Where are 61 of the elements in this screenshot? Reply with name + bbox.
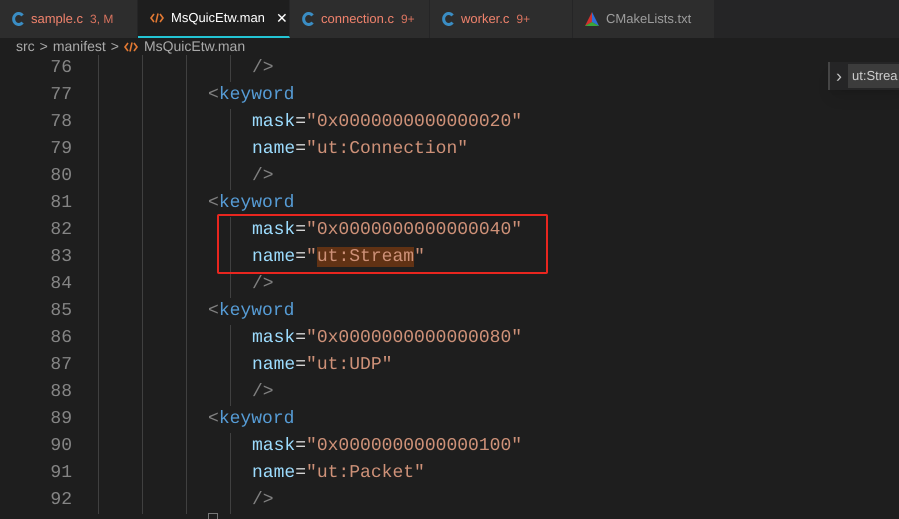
line-number: 92 [49, 489, 72, 512]
close-icon[interactable]: ✕ [276, 8, 288, 28]
line-number: 76 [49, 57, 72, 80]
c-letter-icon [12, 12, 24, 26]
triangle-icon [585, 12, 599, 26]
tab-label: sample.c [31, 10, 84, 28]
line-number: 79 [49, 138, 72, 161]
code-brackets-icon [124, 42, 138, 52]
breadcrumb-item[interactable]: src [16, 36, 35, 57]
line-number: 83 [49, 246, 72, 269]
tab-label: MsQuicEtw.man [171, 9, 265, 28]
code-line: /> [252, 273, 274, 296]
code-line: /> [252, 489, 274, 512]
breadcrumb-item[interactable]: manifest [52, 36, 106, 57]
line-number: 87 [49, 354, 72, 377]
breadcrumb-item[interactable]: MsQuicEtw.man [124, 36, 246, 57]
line-number: 81 [49, 192, 72, 215]
line-number: 91 [49, 462, 72, 485]
code-line: /> [252, 57, 274, 80]
line-number: 82 [49, 219, 72, 242]
editor-tab[interactable]: sample.c 3, M [0, 0, 138, 38]
code-line: mask="0x0000000000000080" [252, 327, 522, 350]
find-input[interactable]: ut:Strea [848, 64, 899, 88]
expand-toggle[interactable]: › [830, 62, 848, 90]
c-letter-icon [442, 12, 454, 26]
line-number: 78 [49, 111, 72, 134]
code-line: mask="0x0000000000000040" [252, 219, 522, 242]
line-number: 84 [49, 273, 72, 296]
code-line: mask="0x0000000000000100" [252, 435, 522, 458]
editor-tab[interactable]: MsQuicEtw.man ✕ [138, 0, 290, 38]
code-line: <keyword [208, 408, 294, 431]
line-number: 85 [49, 300, 72, 323]
problem-count: 9+ [401, 11, 415, 28]
chevron-icon: > [40, 36, 48, 57]
problem-count: 9+ [516, 11, 530, 28]
line-number: 90 [49, 435, 72, 458]
tab-label: worker.c [461, 10, 510, 28]
tab-label: connection.c [321, 10, 394, 28]
c-letter-icon [302, 12, 314, 26]
code-line: mask="0x0000000000000020" [252, 111, 522, 134]
editor-tab[interactable]: connection.c 9+ [290, 0, 430, 38]
code-line: name="ut:UDP" [252, 354, 392, 377]
line-number: 89 [49, 408, 72, 431]
code-line: /> [252, 381, 274, 404]
editor-tab[interactable]: CMakeLists.txt [573, 0, 715, 38]
editor-tab[interactable]: worker.c 9+ [430, 0, 573, 38]
line-number: 86 [49, 327, 72, 350]
code-line: <keyword [208, 84, 294, 107]
tab-label: CMakeLists.txt [606, 10, 692, 28]
code-line: name="ut:Connection" [252, 138, 468, 161]
line-number: 88 [49, 381, 72, 404]
chevron-icon: > [110, 36, 119, 57]
code-line: name="ut:Packet" [252, 462, 425, 485]
code-line: <keyword [208, 192, 294, 215]
problem-count: 3, M [90, 11, 114, 28]
code-line: name="ut:Stream" [252, 246, 425, 269]
line-number: 77 [49, 84, 72, 107]
code-brackets-icon [150, 13, 164, 23]
line-number: 80 [49, 165, 72, 188]
code-line: <keyword [208, 300, 294, 323]
code-line: /> [252, 165, 274, 188]
